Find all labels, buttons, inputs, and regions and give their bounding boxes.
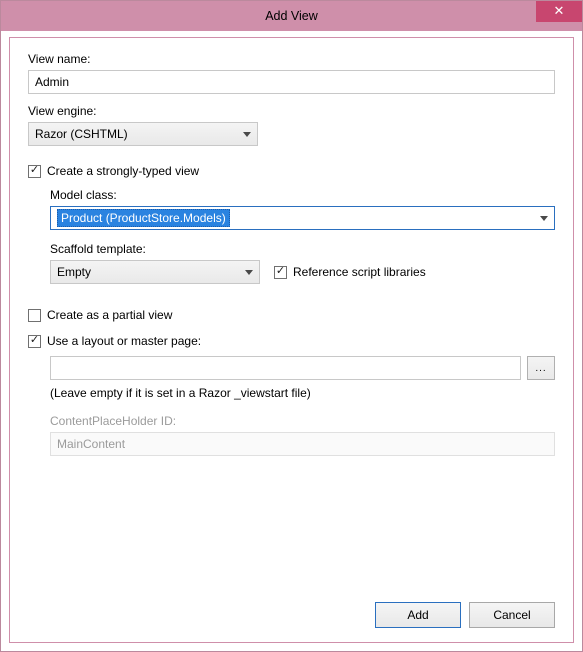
use-layout-label: Use a layout or master page: [47, 334, 201, 348]
dialog-buttons: Add Cancel [28, 588, 555, 628]
browse-button[interactable]: ... [527, 356, 555, 380]
model-class-label: Model class: [50, 188, 555, 202]
close-icon: ✕ [554, 3, 565, 18]
dialog-content: View name: View engine: Razor (CSHTML) C… [10, 38, 573, 642]
dialog-window: Add View ✕ View name: View engine: Razor… [0, 0, 583, 652]
layout-hint: (Leave empty if it is set in a Razor _vi… [50, 386, 555, 400]
cancel-button[interactable]: Cancel [469, 602, 555, 628]
view-engine-select[interactable]: Razor (CSHTML) [28, 122, 258, 146]
dialog-title: Add View [1, 9, 582, 23]
ellipsis-icon: ... [535, 363, 546, 374]
titlebar: Add View ✕ [1, 1, 582, 31]
use-layout-checkbox[interactable] [28, 335, 41, 348]
placeholder-input [50, 432, 555, 456]
use-layout-row: Use a layout or master page: [28, 334, 555, 348]
chevron-down-icon [243, 132, 251, 137]
layout-path-input[interactable] [50, 356, 521, 380]
partial-view-checkbox[interactable] [28, 309, 41, 322]
strongly-typed-row: Create a strongly-typed view [28, 164, 555, 178]
partial-view-label: Create as a partial view [47, 308, 172, 322]
strongly-typed-checkbox[interactable] [28, 165, 41, 178]
view-engine-value: Razor (CSHTML) [35, 127, 237, 141]
view-name-label: View name: [28, 52, 555, 66]
close-button[interactable]: ✕ [536, 1, 582, 22]
chevron-down-icon [540, 216, 548, 221]
partial-view-row: Create as a partial view [28, 308, 555, 322]
view-engine-label: View engine: [28, 104, 555, 118]
scaffold-label: Scaffold template: [50, 242, 555, 256]
scaffold-select[interactable]: Empty [50, 260, 260, 284]
strongly-typed-label: Create a strongly-typed view [47, 164, 199, 178]
add-button[interactable]: Add [375, 602, 461, 628]
chevron-down-icon [245, 270, 253, 275]
model-class-select[interactable]: Product (ProductStore.Models) [50, 206, 555, 230]
placeholder-label: ContentPlaceHolder ID: [50, 414, 555, 428]
scaffold-value: Empty [57, 265, 239, 279]
model-class-value: Product (ProductStore.Models) [57, 209, 230, 227]
view-name-input[interactable] [28, 70, 555, 94]
reference-scripts-checkbox[interactable] [274, 266, 287, 279]
dialog-frame: View name: View engine: Razor (CSHTML) C… [9, 37, 574, 643]
reference-scripts-label: Reference script libraries [293, 265, 426, 279]
